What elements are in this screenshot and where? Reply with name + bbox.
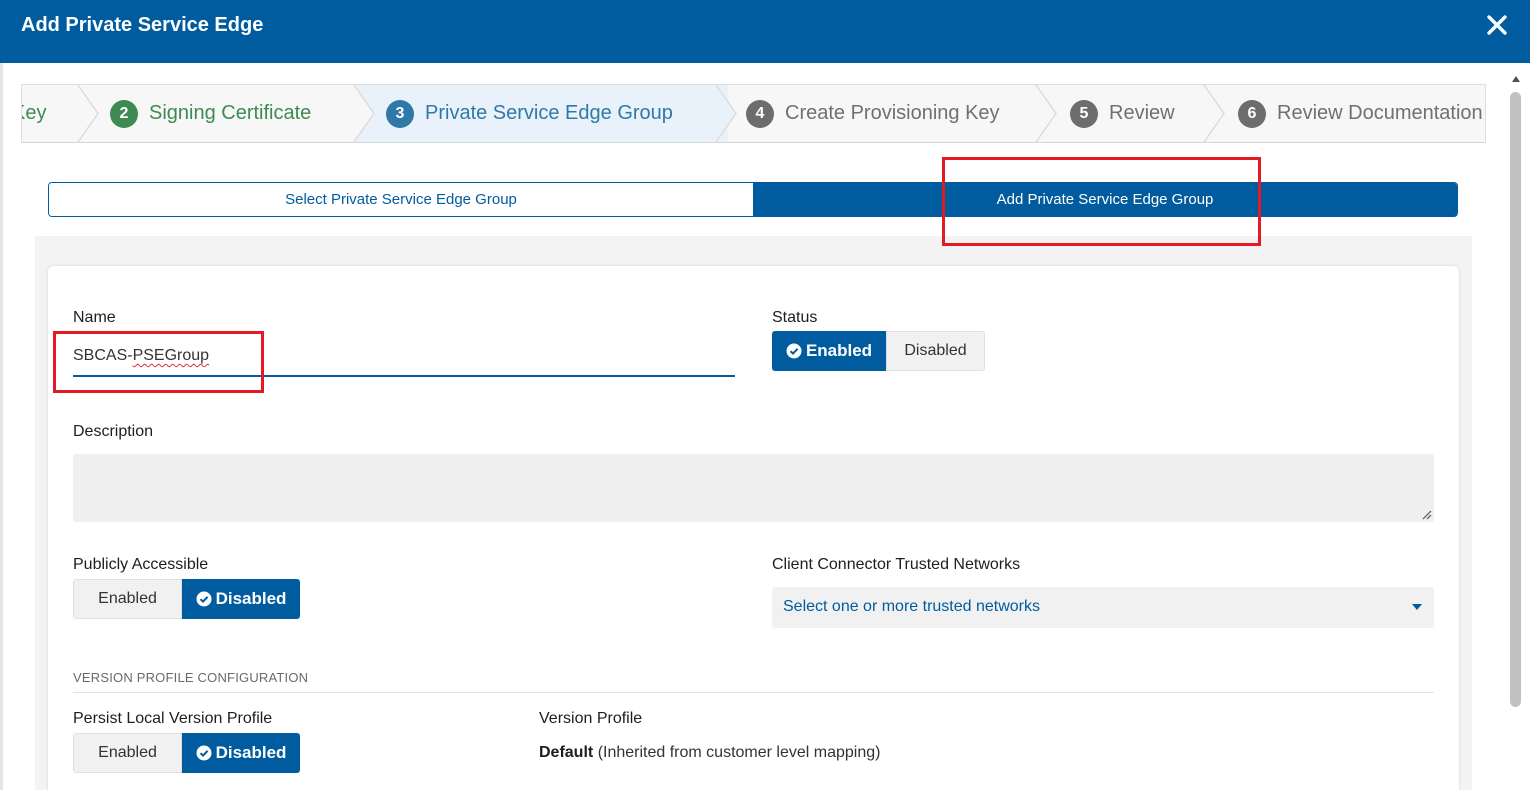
section-divider: [73, 692, 1434, 693]
add-private-service-edge-dialog: Add Private Service Edge Key 2 Signing C…: [0, 0, 1530, 790]
step-number: 2: [110, 99, 138, 128]
public-enabled-button[interactable]: Enabled: [73, 579, 182, 619]
version-profile-label: Version Profile: [539, 710, 643, 727]
step-number: 4: [746, 99, 774, 128]
step-number: 5: [1070, 99, 1098, 128]
status-enabled-button[interactable]: Enabled: [772, 331, 886, 371]
check-circle-icon: [786, 343, 802, 359]
highlight-name-field: [53, 331, 264, 393]
step-separator-icon: [714, 85, 737, 142]
highlight-add-group-tab: [942, 157, 1261, 246]
publicly-accessible-toggle: Enabled Disabled: [73, 579, 300, 619]
step-label: Private Service Edge Group: [425, 102, 673, 124]
check-circle-icon: [196, 591, 212, 607]
left-edge: [0, 63, 3, 790]
step-separator-icon: [1035, 85, 1057, 142]
step-5-review[interactable]: 5 Review: [1070, 85, 1175, 142]
step-1-key[interactable]: Key: [22, 85, 47, 142]
persist-local-version-toggle: Enabled Disabled: [73, 733, 300, 773]
persist-disabled-button[interactable]: Disabled: [182, 733, 300, 773]
status-label: Status: [772, 309, 818, 326]
select-group-tab[interactable]: Select Private Service Edge Group: [49, 183, 753, 216]
step-2-signing-certificate[interactable]: 2 Signing Certificate: [110, 85, 311, 142]
dialog-title: Add Private Service Edge: [21, 14, 264, 36]
public-disabled-label: Disabled: [215, 589, 287, 608]
dialog-header: Add Private Service Edge: [0, 0, 1530, 63]
status-toggle: Enabled Disabled: [772, 331, 985, 371]
step-separator-icon: [353, 85, 375, 142]
description-label: Description: [73, 423, 154, 440]
trusted-networks-placeholder: Select one or more trusted networks: [783, 598, 1041, 615]
persist-local-version-label: Persist Local Version Profile: [73, 710, 273, 727]
step-4-create-provisioning-key[interactable]: 4 Create Provisioning Key: [746, 85, 1000, 142]
status-enabled-label: Enabled: [805, 341, 873, 360]
step-label: Key: [22, 102, 47, 124]
name-label: Name: [73, 309, 116, 326]
caret-down-icon: [1412, 604, 1422, 610]
persist-enabled-button[interactable]: Enabled: [73, 733, 182, 773]
description-textarea[interactable]: [73, 454, 1434, 522]
step-number: 6: [1238, 99, 1266, 128]
publicly-accessible-label: Publicly Accessible: [73, 556, 209, 573]
version-profile-note: (Inherited from customer level mapping): [597, 744, 881, 761]
step-separator-icon: [77, 85, 99, 142]
trusted-networks-dropdown[interactable]: Select one or more trusted networks: [772, 587, 1434, 628]
step-separator-icon: [1203, 85, 1225, 142]
step-3-private-service-edge-group[interactable]: 3 Private Service Edge Group: [386, 85, 673, 142]
step-label: Review: [1109, 102, 1175, 124]
version-profile-value: Default (Inherited from customer level m…: [539, 744, 880, 762]
trusted-networks-label: Client Connector Trusted Networks: [772, 556, 1021, 573]
check-circle-icon: [196, 745, 212, 761]
step-label: Signing Certificate: [149, 102, 312, 124]
step-label: Create Provisioning Key: [785, 102, 1000, 124]
close-icon[interactable]: [1484, 12, 1510, 38]
version-profile-section-title: VERSION PROFILE CONFIGURATION: [73, 670, 309, 685]
public-disabled-button[interactable]: Disabled: [182, 579, 300, 619]
scroll-up-arrow-icon[interactable]: [1510, 72, 1522, 84]
status-disabled-button[interactable]: Disabled: [886, 331, 985, 371]
persist-disabled-label: Disabled: [215, 743, 287, 762]
step-number: 3: [386, 99, 414, 128]
step-label: Review Documentation: [1277, 102, 1483, 124]
wizard-steps: Key 2 Signing Certificate 3 Private Serv…: [21, 84, 1486, 143]
step-6-review-documentation[interactable]: 6 Review Documentation: [1238, 85, 1483, 142]
version-profile-default: Default: [539, 744, 594, 761]
scrollbar-thumb[interactable]: [1510, 92, 1521, 707]
resize-handle-icon[interactable]: [1420, 508, 1432, 520]
